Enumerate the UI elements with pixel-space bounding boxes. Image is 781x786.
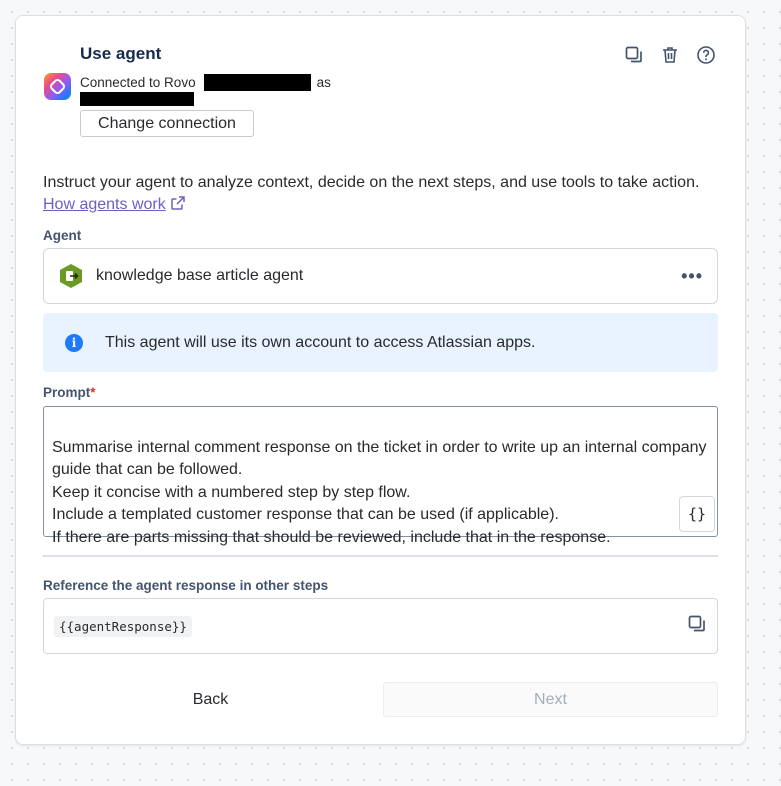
intro-text: Instruct your agent to analyze context, …	[43, 172, 703, 218]
use-agent-panel: Use agent Connected to Rovo as Change co…	[15, 15, 746, 745]
info-text: This agent will use its own account to a…	[105, 333, 536, 351]
divider	[43, 555, 718, 557]
connected-prefix: Connected to Rovo	[80, 75, 196, 90]
info-banner: i This agent will use its own account to…	[43, 313, 718, 372]
agent-name: knowledge base article agent	[96, 267, 304, 284]
external-link-icon	[170, 195, 186, 218]
next-button[interactable]: Next	[383, 682, 718, 717]
reference-field: {{agentResponse}}	[43, 598, 718, 654]
redacted-block	[203, 74, 311, 91]
agent-label: Agent	[43, 228, 82, 243]
reference-label: Reference the agent response in other st…	[43, 578, 329, 593]
redacted-block	[80, 92, 194, 106]
prompt-label: Prompt*	[43, 385, 96, 400]
agent-hexagon-icon	[58, 263, 84, 289]
connection-info: Connected to Rovo as	[80, 74, 331, 91]
required-marker: *	[90, 385, 96, 400]
trash-icon[interactable]	[659, 44, 681, 66]
rovo-logo-icon	[44, 73, 71, 100]
connected-suffix: as	[316, 75, 331, 90]
agent-response-variable: {{agentResponse}}	[54, 615, 192, 637]
change-connection-button[interactable]: Change connection	[80, 110, 254, 137]
more-options-icon[interactable]: •••	[681, 266, 703, 287]
intro-description: Instruct your agent to analyze context, …	[43, 174, 700, 191]
agent-selector[interactable]: knowledge base article agent •••	[43, 248, 718, 304]
copy-icon[interactable]	[623, 44, 645, 66]
panel-title: Use agent	[80, 44, 162, 63]
info-icon: i	[65, 333, 83, 352]
back-button[interactable]: Back	[43, 682, 378, 717]
insert-variable-button[interactable]: {}	[679, 496, 715, 532]
copy-icon[interactable]	[687, 614, 707, 639]
prompt-label-text: Prompt	[43, 385, 91, 400]
prompt-textarea[interactable]: Summarise internal comment response on t…	[43, 406, 718, 546]
header-actions	[623, 44, 717, 66]
help-icon[interactable]	[695, 44, 717, 66]
how-agents-work-link[interactable]: How agents work	[43, 196, 166, 213]
prompt-text: Summarise internal comment response on t…	[52, 438, 707, 546]
